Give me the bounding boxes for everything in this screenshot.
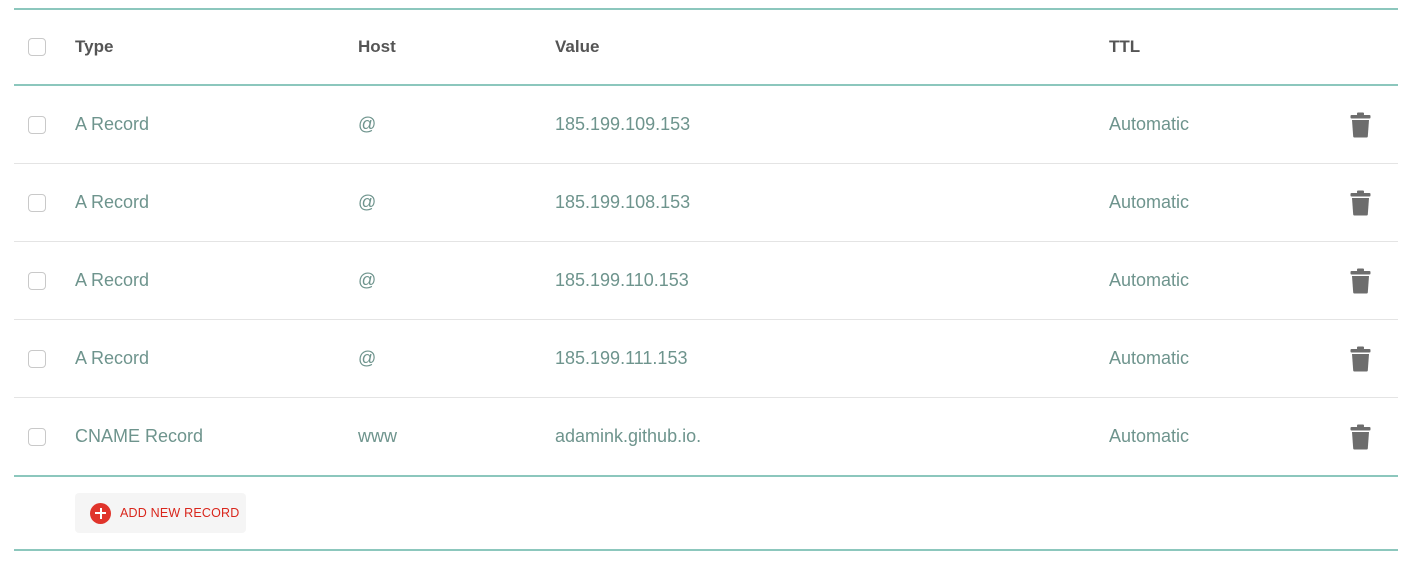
header-type[interactable]: Type bbox=[75, 37, 113, 57]
header-ttl[interactable]: TTL bbox=[1109, 37, 1140, 57]
record-ttl[interactable]: Automatic bbox=[1109, 426, 1189, 447]
row-checkbox[interactable] bbox=[28, 271, 46, 290]
record-value[interactable]: 185.199.108.153 bbox=[555, 192, 690, 213]
trash-icon[interactable] bbox=[1350, 112, 1371, 138]
record-value[interactable]: 185.199.109.153 bbox=[555, 114, 690, 135]
record-ttl[interactable]: Automatic bbox=[1109, 192, 1189, 213]
table-row: A Record @ 185.199.110.153 Automatic bbox=[14, 242, 1398, 320]
record-ttl[interactable]: Automatic bbox=[1109, 270, 1189, 291]
record-type[interactable]: A Record bbox=[75, 192, 149, 213]
trash-icon[interactable] bbox=[1350, 346, 1371, 372]
add-new-record-button[interactable]: ADD NEW RECORD bbox=[75, 493, 246, 533]
table-bottom-rule bbox=[14, 549, 1398, 551]
table-row: CNAME Record www adamink.github.io. Auto… bbox=[14, 398, 1398, 475]
table-header-row: Type Host Value TTL bbox=[14, 10, 1398, 84]
record-type[interactable]: A Record bbox=[75, 114, 149, 135]
record-host[interactable]: @ bbox=[358, 348, 376, 369]
record-value[interactable]: 185.199.111.153 bbox=[555, 348, 687, 369]
record-host[interactable]: @ bbox=[358, 192, 376, 213]
row-checkbox[interactable] bbox=[28, 349, 46, 368]
row-checkbox[interactable] bbox=[28, 115, 46, 134]
record-type[interactable]: A Record bbox=[75, 348, 149, 369]
record-type[interactable]: CNAME Record bbox=[75, 426, 203, 447]
table-row: A Record @ 185.199.109.153 Automatic bbox=[14, 86, 1398, 164]
table-row: A Record @ 185.199.108.153 Automatic bbox=[14, 164, 1398, 242]
record-ttl[interactable]: Automatic bbox=[1109, 348, 1189, 369]
record-ttl[interactable]: Automatic bbox=[1109, 114, 1189, 135]
record-value[interactable]: 185.199.110.153 bbox=[555, 270, 689, 291]
record-host[interactable]: @ bbox=[358, 270, 376, 291]
record-host[interactable]: @ bbox=[358, 114, 376, 135]
trash-icon[interactable] bbox=[1350, 268, 1371, 294]
header-host[interactable]: Host bbox=[358, 37, 396, 57]
table-row: A Record @ 185.199.111.153 Automatic bbox=[14, 320, 1398, 398]
record-type[interactable]: A Record bbox=[75, 270, 149, 291]
add-new-record-label: ADD NEW RECORD bbox=[120, 506, 240, 520]
trash-icon[interactable] bbox=[1350, 424, 1371, 450]
dns-records-table: Type Host Value TTL A Record @ 185.199.1… bbox=[14, 8, 1398, 551]
trash-icon[interactable] bbox=[1350, 190, 1371, 216]
row-checkbox[interactable] bbox=[28, 193, 46, 212]
table-footer: ADD NEW RECORD bbox=[14, 477, 1398, 549]
record-value[interactable]: adamink.github.io. bbox=[555, 426, 701, 447]
select-all-checkbox[interactable] bbox=[28, 38, 46, 56]
header-value[interactable]: Value bbox=[555, 37, 599, 57]
row-checkbox[interactable] bbox=[28, 427, 46, 446]
plus-circle-icon bbox=[90, 502, 111, 524]
record-host[interactable]: www bbox=[358, 426, 397, 447]
